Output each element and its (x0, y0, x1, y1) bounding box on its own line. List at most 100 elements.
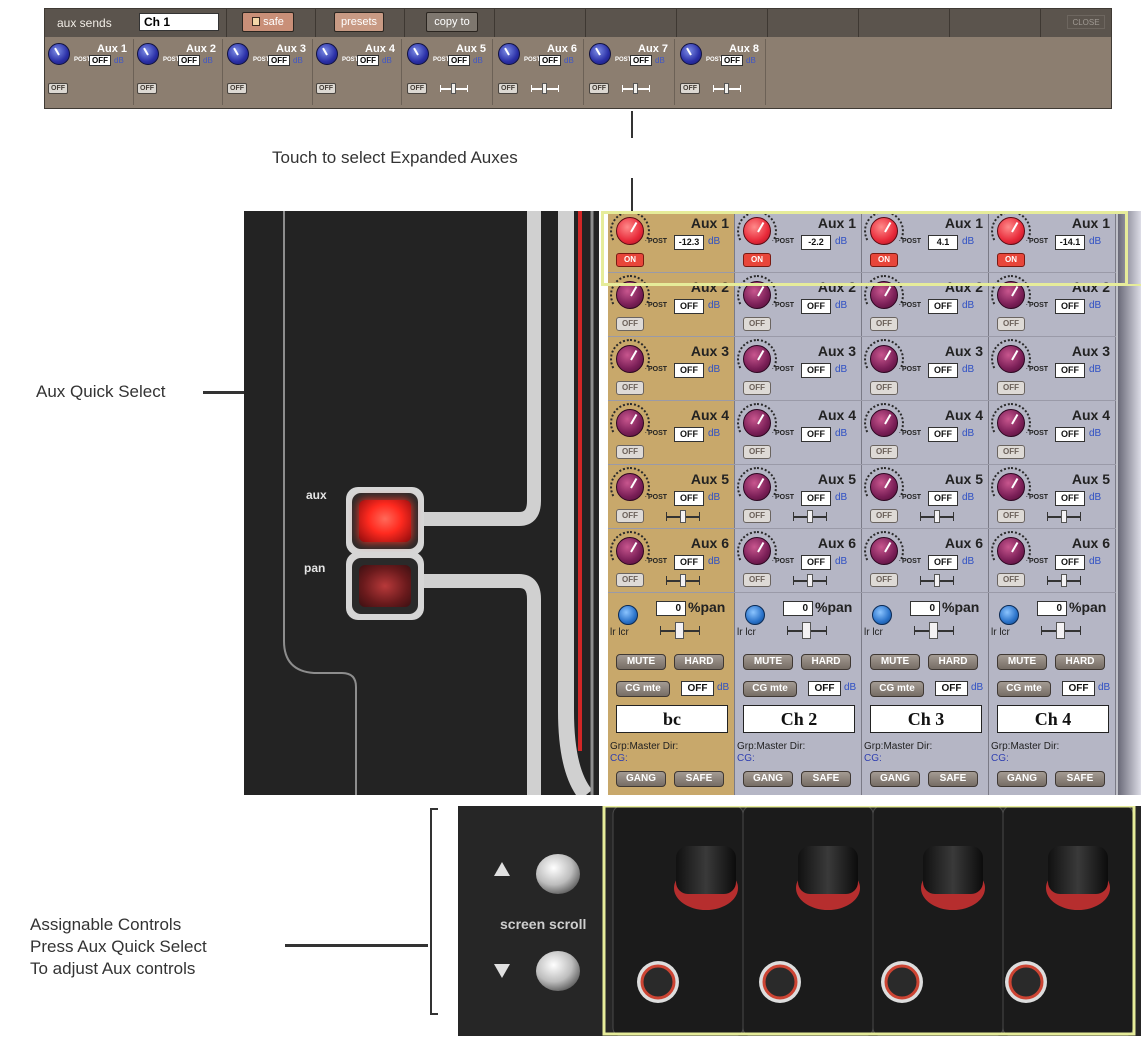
aux-on-button[interactable]: OFF (48, 83, 68, 94)
aux-on-button[interactable]: OFF (870, 445, 898, 459)
safe-button[interactable]: SAFE (674, 771, 724, 787)
fader-handle[interactable] (802, 622, 811, 639)
channel-name[interactable]: bc (616, 705, 728, 733)
pan-knob[interactable] (872, 605, 892, 625)
aux-level-knob[interactable] (616, 473, 644, 501)
aux-slot[interactable]: Aux 3 POST OFF dB OFF (862, 339, 989, 401)
cg-value[interactable]: OFF (935, 681, 968, 696)
aux-slot[interactable]: Aux 3 POST OFF dB OFF (735, 339, 862, 401)
aux-slot[interactable]: Aux 3 POST OFF dB OFF (608, 339, 735, 401)
channel-name[interactable]: Ch 2 (743, 705, 855, 733)
aux-pan-fader[interactable] (713, 83, 741, 94)
aux-slot[interactable]: Aux 6 POST OFF dB OFF (735, 531, 862, 593)
cg-mute-button[interactable]: CG mte (743, 681, 797, 697)
aux-level-value[interactable]: OFF (801, 555, 831, 570)
aux-pan-fader[interactable] (666, 510, 700, 523)
aux-pan-fader[interactable] (920, 510, 954, 523)
fader-handle[interactable] (451, 83, 456, 94)
channel-strip[interactable]: Aux 1 POST -12.3 dB ON Aux 2 POST OFF dB OFF Aux 3… (608, 211, 735, 795)
aux-slot[interactable]: Aux 6 POST OFF dB OFF (608, 531, 735, 593)
aux-on-button[interactable]: OFF (997, 573, 1025, 587)
pan-fader[interactable] (1041, 622, 1081, 639)
hard-button[interactable]: HARD (801, 654, 851, 670)
aux-pan-fader[interactable] (920, 574, 954, 587)
aux-slot[interactable]: Aux 4 POST OFF dB OFF (989, 403, 1116, 465)
aux-on-button[interactable]: OFF (498, 83, 518, 94)
fader-handle[interactable] (675, 622, 684, 639)
pan-fader[interactable] (914, 622, 954, 639)
aux-slot[interactable]: Aux 4 POST OFF dB OFF (862, 403, 989, 465)
aux-on-button[interactable]: OFF (743, 445, 771, 459)
aux-slot[interactable]: Aux 4 POST OFF dB OFF (608, 403, 735, 465)
aux-level-knob[interactable] (616, 345, 644, 373)
cg-value[interactable]: OFF (808, 681, 841, 696)
aux-level-value[interactable]: OFF (928, 363, 958, 378)
aux-level-value[interactable]: OFF (928, 555, 958, 570)
mute-button[interactable]: MUTE (870, 654, 920, 670)
aux-pan-fader[interactable] (666, 574, 700, 587)
aux-level-value[interactable]: OFF (928, 491, 958, 506)
aux-on-button[interactable]: OFF (870, 317, 898, 331)
fader-handle[interactable] (934, 510, 940, 523)
cg-mute-button[interactable]: CG mte (870, 681, 924, 697)
aux-slot[interactable]: Aux 5 POST OFF dB OFF (862, 467, 989, 529)
aux-on-button[interactable]: OFF (616, 573, 644, 587)
aux-level-knob[interactable] (997, 409, 1025, 437)
aux-level-value[interactable]: OFF (178, 55, 200, 66)
aux-on-button[interactable]: OFF (997, 509, 1025, 523)
pan-knob[interactable] (745, 605, 765, 625)
aux-on-button[interactable]: OFF (870, 509, 898, 523)
aux-pan-fader[interactable] (1047, 574, 1081, 587)
aux-pan-fader[interactable] (793, 510, 827, 523)
pan-value[interactable]: 0 (1037, 601, 1067, 616)
aux-level-knob[interactable] (616, 409, 644, 437)
pan-fader[interactable] (787, 622, 827, 639)
aux-slot[interactable]: Aux 3 POST OFF dB OFF (989, 339, 1116, 401)
aux-on-button[interactable]: OFF (997, 381, 1025, 395)
aux-level-value[interactable]: OFF (928, 299, 958, 314)
presets-button[interactable]: presets (334, 12, 384, 32)
aux-level-knob[interactable] (743, 537, 771, 565)
gang-button[interactable]: GANG (870, 771, 920, 787)
aux-level-value[interactable]: OFF (1055, 427, 1085, 442)
fader-handle[interactable] (633, 83, 638, 94)
aux-level-knob[interactable] (870, 345, 898, 373)
fader-handle[interactable] (934, 574, 940, 587)
aux-level-value[interactable]: OFF (630, 55, 652, 66)
fader-handle[interactable] (929, 622, 938, 639)
aux-level-knob[interactable] (743, 409, 771, 437)
aux-level-value[interactable]: OFF (268, 55, 290, 66)
aux-level-knob[interactable] (997, 537, 1025, 565)
aux-on-button[interactable]: OFF (997, 317, 1025, 331)
aux-level-value[interactable]: OFF (674, 427, 704, 442)
pan-value[interactable]: 0 (783, 601, 813, 616)
aux-level-knob[interactable] (589, 43, 611, 65)
aux-level-value[interactable]: OFF (674, 555, 704, 570)
aux-on-button[interactable]: OFF (870, 381, 898, 395)
aux-slot[interactable]: Aux 5 POST OFF dB OFF (735, 467, 862, 529)
aux-slot[interactable]: Aux 5 POST OFF dB OFF (608, 467, 735, 529)
aux-on-button[interactable]: OFF (997, 445, 1025, 459)
cg-value[interactable]: OFF (1062, 681, 1095, 696)
aux-level-value[interactable]: OFF (1055, 491, 1085, 506)
aux-on-button[interactable]: OFF (589, 83, 609, 94)
channel-name[interactable]: Ch 4 (997, 705, 1109, 733)
aux-pan-fader[interactable] (622, 83, 650, 94)
fader-handle[interactable] (724, 83, 729, 94)
safe-button[interactable]: SAFE (928, 771, 978, 787)
aux-level-value[interactable]: OFF (801, 491, 831, 506)
aux-level-value[interactable]: OFF (674, 491, 704, 506)
aux-level-value[interactable]: OFF (1055, 363, 1085, 378)
aux-level-value[interactable]: OFF (674, 363, 704, 378)
aux-slot[interactable]: Aux 6 POST OFF dB OFF (989, 531, 1116, 593)
aux-quick-select-button[interactable] (346, 487, 424, 555)
hard-button[interactable]: HARD (1055, 654, 1105, 670)
aux-slot[interactable]: Aux 6 POST OFF dB OFF (862, 531, 989, 593)
aux-level-value[interactable]: OFF (801, 299, 831, 314)
channel-strip[interactable]: Aux 1 POST -2.2 dB ON Aux 2 POST OFF dB OFF Aux 3P… (735, 211, 862, 795)
aux-level-knob[interactable] (870, 409, 898, 437)
aux-level-knob[interactable] (48, 43, 70, 65)
aux-on-button[interactable]: OFF (137, 83, 157, 94)
fader-handle[interactable] (1061, 574, 1067, 587)
aux-pan-fader[interactable] (440, 83, 468, 94)
